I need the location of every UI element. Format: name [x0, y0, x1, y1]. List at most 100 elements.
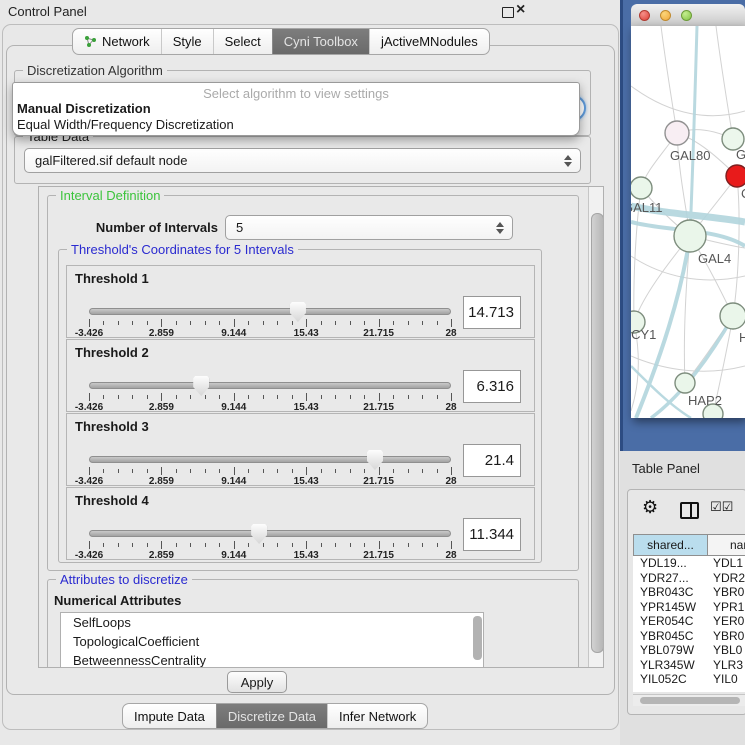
- thresholds-group-title: Threshold's Coordinates for 5 Intervals: [67, 242, 298, 257]
- table-cell-shared-name[interactable]: YLR345W: [633, 658, 713, 672]
- slider-track[interactable]: [89, 308, 451, 315]
- popup-item-equal-width-frequency[interactable]: Equal Width/Frequency Discretization: [17, 117, 234, 132]
- tab-cyni-toolbox[interactable]: Cyni Toolbox: [272, 29, 369, 54]
- tab-impute-data[interactable]: Impute Data: [123, 704, 216, 728]
- apply-button[interactable]: Apply: [227, 671, 287, 693]
- tick-label: 21.715: [363, 328, 394, 339]
- table-cell-name[interactable]: YER0: [713, 614, 744, 628]
- table-cell-shared-name[interactable]: YER054C: [633, 614, 713, 628]
- table-cell-name[interactable]: YDL1: [713, 556, 743, 570]
- table-cell-shared-name[interactable]: YBR043C: [633, 585, 713, 599]
- table-hscrollbar[interactable]: [633, 694, 745, 706]
- network-node[interactable]: [726, 165, 745, 187]
- table-cell-name[interactable]: YBL0: [713, 643, 742, 657]
- table-cell-name[interactable]: YPR1: [713, 600, 744, 614]
- list-item[interactable]: TopologicalCoefficient: [61, 632, 483, 651]
- tick-mark: [234, 319, 235, 327]
- slider-track[interactable]: [89, 456, 451, 463]
- network-node[interactable]: [665, 121, 689, 145]
- slider-track[interactable]: [89, 382, 451, 389]
- gear-icon[interactable]: ⚙: [642, 498, 658, 516]
- table-cell-shared-name[interactable]: YDL19...: [633, 556, 713, 570]
- table-cell-shared-name[interactable]: YPR145W: [633, 600, 713, 614]
- table-row[interactable]: YBR045CYBR0: [633, 629, 745, 644]
- number-of-intervals-combo[interactable]: 5: [225, 215, 513, 240]
- network-node[interactable]: [631, 177, 652, 199]
- table-row[interactable]: YDL19...YDL1: [633, 556, 745, 571]
- tick-label: 28: [445, 476, 456, 487]
- tick-mark: [118, 543, 119, 547]
- popup-item-manual-discretization[interactable]: Manual Discretization: [17, 101, 151, 116]
- threshold-value-field[interactable]: 11.344: [463, 518, 521, 551]
- close-traffic-light[interactable]: [639, 10, 650, 21]
- table-cell-name[interactable]: YBR0: [713, 585, 744, 599]
- close-icon[interactable]: ×: [516, 1, 525, 19]
- network-node[interactable]: [675, 373, 695, 393]
- table-cell-shared-name[interactable]: YBL079W: [633, 643, 713, 657]
- tick-mark: [437, 469, 438, 473]
- tick-mark: [219, 543, 220, 547]
- table-cell-shared-name[interactable]: YDR27...: [633, 571, 713, 585]
- tick-label: 2.859: [149, 550, 174, 561]
- table-hscrollbar-thumb[interactable]: [640, 697, 740, 704]
- column-header-name[interactable]: name: [707, 534, 745, 556]
- table-cell-name[interactable]: YIL0: [713, 672, 738, 686]
- tab-style[interactable]: Style: [161, 29, 213, 54]
- slider-track[interactable]: [89, 530, 451, 537]
- tick-mark: [379, 467, 380, 475]
- combo-stepper-icon: [496, 222, 504, 234]
- network-node[interactable]: [674, 220, 706, 252]
- network-canvas[interactable]: GAL80GACGAL11GAL4GCY1HHAP2: [631, 26, 745, 418]
- table-row[interactable]: YBR043CYBR0: [633, 585, 745, 600]
- table-cell-name[interactable]: YBR0: [713, 629, 744, 643]
- zoom-traffic-light[interactable]: [681, 10, 692, 21]
- control-panel: Control Panel × Network Style Select Cyn…: [0, 0, 620, 745]
- bottom-tabs: Impute Data Discretize Data Infer Networ…: [122, 703, 428, 729]
- table-row[interactable]: YER054CYER0: [633, 614, 745, 629]
- table-cell-shared-name[interactable]: YIL052C: [633, 672, 713, 686]
- threshold-value-field[interactable]: 21.4: [463, 444, 521, 477]
- minimize-traffic-light[interactable]: [660, 10, 671, 21]
- tab-label: Network: [102, 34, 150, 49]
- float-window-icon[interactable]: [502, 7, 514, 18]
- table-row[interactable]: YIL052CYIL0: [633, 672, 745, 687]
- network-node[interactable]: [720, 303, 745, 329]
- tick-mark: [118, 469, 119, 473]
- threshold-value-field[interactable]: 14.713: [463, 296, 521, 329]
- attributes-group: Attributes to discretize Numerical Attri…: [47, 579, 579, 668]
- column-header-shared[interactable]: shared...: [633, 534, 708, 556]
- list-item[interactable]: SelfLoops: [61, 613, 483, 632]
- tick-mark: [451, 319, 452, 327]
- tick-mark: [234, 467, 235, 475]
- settings-scrollbar[interactable]: [588, 187, 604, 668]
- threshold-value-field[interactable]: 6.316: [463, 370, 521, 403]
- discretization-algorithm-title: Discretization Algorithm: [23, 63, 167, 78]
- tick-label: 9.144: [221, 476, 246, 487]
- network-window-titlebar[interactable]: [631, 4, 745, 27]
- table-cell-name[interactable]: YLR3: [713, 658, 743, 672]
- table-row[interactable]: YLR345WYLR3: [633, 658, 745, 673]
- table-row[interactable]: YDR27...YDR2: [633, 571, 745, 586]
- control-panel-tabs: Network Style Select Cyni Toolbox jActiv…: [72, 28, 490, 55]
- tab-infer-network[interactable]: Infer Network: [327, 704, 427, 728]
- list-item[interactable]: BetweennessCentrality: [61, 651, 483, 668]
- tab-jactivemnodules[interactable]: jActiveMNodules: [369, 29, 489, 54]
- table-cell-shared-name[interactable]: YBR045C: [633, 629, 713, 643]
- tick-label: 9.144: [221, 402, 246, 413]
- tab-select[interactable]: Select: [213, 29, 272, 54]
- split-columns-icon[interactable]: [680, 502, 699, 519]
- table-cell-name[interactable]: YDR2: [713, 571, 745, 585]
- tick-mark: [190, 469, 191, 473]
- tick-mark: [292, 395, 293, 399]
- table-data-combo[interactable]: galFiltered.sif default node: [24, 148, 581, 173]
- tab-network[interactable]: Network: [73, 29, 161, 54]
- table-row[interactable]: YBL079WYBL0: [633, 643, 745, 658]
- settings-scrollbar-thumb[interactable]: [591, 213, 604, 653]
- tick-mark: [161, 319, 162, 327]
- tab-discretize-data[interactable]: Discretize Data: [216, 704, 327, 728]
- list-scrollbar[interactable]: [473, 616, 482, 660]
- table-row[interactable]: YPR145WYPR1: [633, 600, 745, 615]
- tick-mark: [422, 543, 423, 547]
- network-node-label: H: [739, 330, 745, 345]
- select-columns-icon[interactable]: ☑☑: [710, 499, 733, 515]
